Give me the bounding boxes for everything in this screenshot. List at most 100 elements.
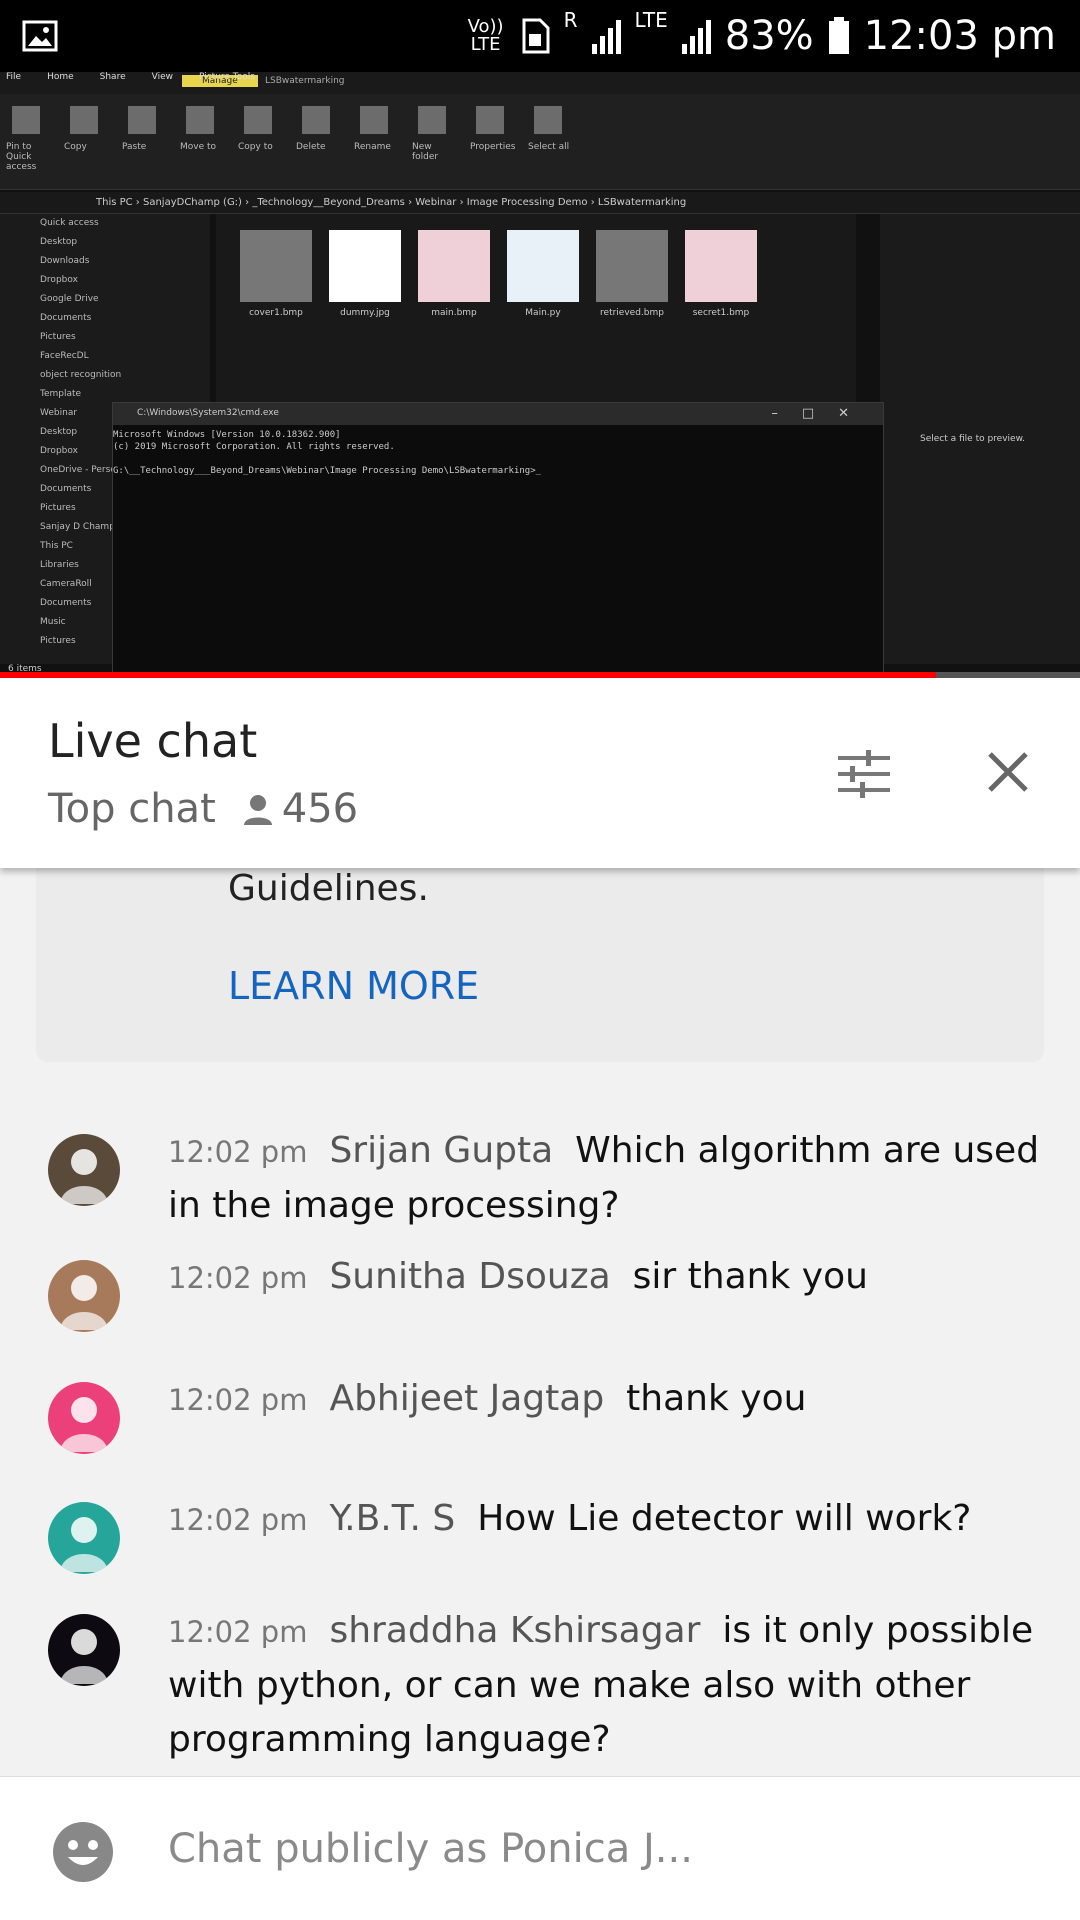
- person-icon: [243, 795, 272, 825]
- learn-more-link[interactable]: LEARN MORE: [228, 964, 479, 1008]
- volte-indicator: Vo)) LTE: [467, 16, 504, 55]
- avatar[interactable]: [48, 1614, 120, 1686]
- cmd-title: C:\Windows\System32\cmd.exe: [113, 403, 883, 425]
- message-timestamp: 12:02 pm: [168, 1615, 308, 1649]
- ribbon-tab: Picture Tools: [198, 72, 255, 82]
- ribbon-tab: Home: [47, 72, 74, 82]
- nav-item: Dropbox: [40, 275, 78, 285]
- nav-item: Pictures: [40, 332, 76, 342]
- signal-icon: [591, 18, 621, 54]
- message-timestamp: 12:02 pm: [168, 1135, 308, 1169]
- nav-item: Quick access: [40, 218, 99, 228]
- ribbon-button-icon: [476, 106, 504, 134]
- address-bar: This PC › SanjayDChamp (G:) › _Technolog…: [0, 192, 1080, 214]
- viewer-count: 456: [242, 786, 358, 832]
- message-content: 12:02 pm shraddha Kshirsagar is it only po…: [168, 1604, 1040, 1767]
- file-thumbnail: [507, 230, 579, 302]
- filter-settings-icon[interactable]: [836, 746, 892, 802]
- message-author[interactable]: Abhijeet Jagtap: [329, 1378, 604, 1419]
- nav-item: FaceRecDL: [40, 351, 89, 361]
- file-name: Main.py: [525, 308, 561, 318]
- file-thumbnail: [240, 230, 312, 302]
- ribbon-button-label: Properties: [470, 142, 516, 152]
- chat-input[interactable]: [168, 1817, 1028, 1881]
- network-type: LTE: [634, 8, 668, 32]
- message-timestamp: 12:02 pm: [168, 1503, 308, 1537]
- live-chat-header: Live chat Top chat 456: [0, 678, 1080, 868]
- message-content: 12:02 pm Y.B.T. S How Lie detector will wo…: [168, 1492, 1040, 1547]
- person-icon: [60, 1275, 108, 1330]
- close-icon[interactable]: [986, 750, 1030, 794]
- message-author[interactable]: Sunitha Dsouza: [329, 1256, 610, 1297]
- ribbon-button-icon: [534, 106, 562, 134]
- notice-text: Guidelines.: [228, 868, 429, 909]
- file-name: main.bmp: [431, 308, 477, 318]
- message-text: sir thank you: [632, 1256, 868, 1297]
- avatar[interactable]: [48, 1502, 120, 1574]
- status-bar: Vo)) LTE R LTE 83% 12:03 pm: [0, 0, 1080, 72]
- ribbon-button-icon: [70, 106, 98, 134]
- chat-messages[interactable]: Guidelines. LEARN MORE 12:02 pm Srijan Gu…: [0, 868, 1080, 1776]
- file-name: retrieved.bmp: [600, 308, 664, 318]
- roaming-indicator: R: [563, 8, 578, 32]
- ribbon-button-icon: [244, 106, 272, 134]
- ribbon-tab: Share: [99, 72, 126, 82]
- file-pane: cover1.bmp dummy.jpg main.bmp Main.py retrie…: [216, 214, 856, 414]
- file-thumbnail: [596, 230, 668, 302]
- nav-item: object recognition: [40, 370, 122, 380]
- avatar[interactable]: [48, 1134, 120, 1206]
- cmd-window: C:\Windows\System32\cmd.exe –□✕ Microsof…: [112, 402, 884, 678]
- person-icon: [60, 1149, 108, 1204]
- ribbon-button-label: Delete: [296, 142, 326, 152]
- person-icon: [60, 1517, 108, 1572]
- sim-icon: [522, 18, 550, 54]
- file-name: dummy.jpg: [340, 308, 390, 318]
- message-author[interactable]: Srijan Gupta: [329, 1130, 553, 1171]
- message-content: 12:02 pm Srijan Gupta Which algorithm are …: [168, 1124, 1040, 1233]
- person-icon: [60, 1629, 108, 1684]
- viewer-count-value: 456: [281, 786, 359, 832]
- file-thumbnail: [418, 230, 490, 302]
- ribbon-button-label: Pin to Quick access: [6, 142, 37, 172]
- emoji-icon[interactable]: [52, 1821, 114, 1883]
- message-author[interactable]: shraddha Kshirsagar: [329, 1610, 700, 1651]
- battery-percent: 83%: [724, 13, 814, 59]
- message-text: thank you: [626, 1378, 807, 1419]
- ribbon-tab: View: [151, 72, 173, 82]
- ribbon-button-label: New folder: [412, 142, 439, 162]
- community-guidelines-notice: Guidelines. LEARN MORE: [36, 868, 1044, 1062]
- ribbon-button-label: Move to: [180, 142, 217, 152]
- ribbon-button-icon: [360, 106, 388, 134]
- nav-item: Google Drive: [40, 294, 99, 304]
- gallery-icon: [22, 20, 58, 52]
- battery-icon: [828, 17, 849, 54]
- ribbon-button-label: Copy to: [238, 142, 273, 152]
- chat-title: Live chat: [48, 714, 258, 768]
- cmd-window-controls: –□✕: [771, 406, 873, 421]
- preview-text: Select a file to preview.: [920, 434, 1025, 444]
- ribbon-tab: File: [6, 72, 22, 82]
- ribbon-tabs: Manage LSBwatermarking File Home Share View…: [0, 72, 1080, 94]
- nav-item: Documents: [40, 313, 92, 323]
- chat-input-bar: [0, 1776, 1080, 1920]
- avatar[interactable]: [48, 1382, 120, 1454]
- cmd-output: Microsoft Windows [Version 10.0.18362.90…: [113, 430, 542, 476]
- video-player[interactable]: Manage LSBwatermarking File Home Share View…: [0, 72, 1080, 678]
- message-timestamp: 12:02 pm: [168, 1383, 308, 1417]
- ribbon-button-icon: [186, 106, 214, 134]
- preview-pane: Select a file to preview.: [880, 214, 1080, 664]
- file-thumbnail: [329, 230, 401, 302]
- ribbon-window-title: LSBwatermarking: [265, 76, 345, 86]
- file-name: cover1.bmp: [249, 308, 303, 318]
- ribbon-button-icon: [12, 106, 40, 134]
- ribbon-button-icon: [302, 106, 330, 134]
- ribbon-button-icon: [128, 106, 156, 134]
- signal-icon-2: [681, 18, 711, 54]
- avatar[interactable]: [48, 1260, 120, 1332]
- message-content: 12:02 pm Abhijeet Jagtap thank you: [168, 1372, 1040, 1427]
- ribbon-toolbar: Pin to Quick access Copy Paste Move to Copy …: [0, 94, 1080, 190]
- message-content: 12:02 pm Sunitha Dsouza sir thank you: [168, 1250, 1040, 1305]
- chat-mode-selector[interactable]: Top chat: [48, 786, 216, 832]
- file-thumbnail: [685, 230, 757, 302]
- message-author[interactable]: Y.B.T. S: [329, 1498, 455, 1539]
